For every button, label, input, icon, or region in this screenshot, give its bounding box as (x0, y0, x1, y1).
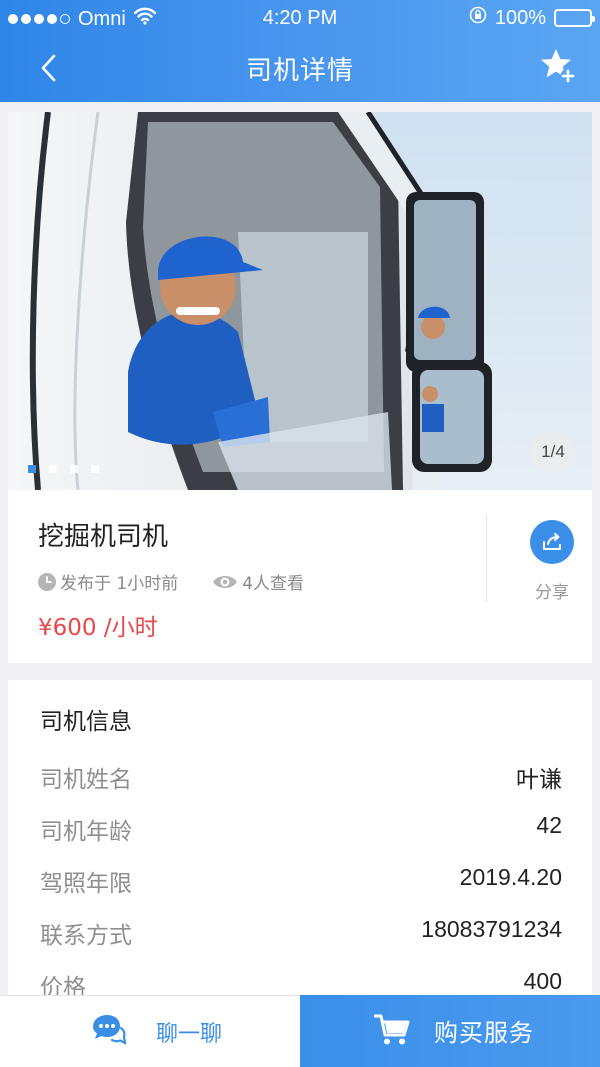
info-value[interactable]: 18083791234 (421, 916, 562, 943)
share-button[interactable] (530, 520, 574, 564)
carousel-dot[interactable] (49, 465, 57, 473)
carousel-dot[interactable] (28, 465, 36, 473)
status-bar: Omni 4:20 PM 100% (0, 0, 600, 36)
header: Omni 4:20 PM 100% 司机详情 (0, 0, 600, 102)
battery-icon (554, 9, 595, 27)
info-value: 400 (523, 968, 562, 994)
buy-service-button[interactable]: 购买服务 (300, 995, 600, 1067)
chat-bubble-icon (93, 1015, 126, 1045)
job-title: 挖掘机司机 (38, 522, 169, 552)
battery-percent: 100% (494, 6, 546, 29)
eye-icon (213, 575, 238, 588)
share-icon (543, 533, 561, 550)
cart-icon (374, 1014, 410, 1045)
info-value: 42 (536, 812, 562, 838)
info-row-age: 司机年龄 42 (40, 812, 562, 852)
page-title: 司机详情 (245, 56, 354, 86)
truck-driver-photo (8, 112, 592, 490)
nav-bar: 司机详情 (0, 36, 600, 102)
driver-info-card: 司机信息 司机姓名 叶谦 司机年龄 42 驾照年限 2019.4.20 联系方式… (8, 680, 592, 1000)
bottom-action-bar: 聊一聊 购买服务 (0, 995, 600, 1067)
job-price: ¥600 /小时 (38, 615, 158, 641)
buy-label: 购买服务 (434, 1019, 534, 1047)
view-count: 4人查看 (242, 574, 305, 594)
info-row-contact: 联系方式 18083791234 (40, 916, 562, 956)
carousel-dot[interactable] (91, 465, 99, 473)
section-heading: 司机信息 (40, 709, 132, 735)
info-label: 联系方式 (40, 923, 132, 949)
info-value: 2019.4.20 (459, 864, 562, 890)
clock-icon (38, 572, 56, 591)
carousel-indicators (28, 465, 99, 473)
info-label: 司机年龄 (40, 819, 132, 845)
job-meta: 发布于 1小时前 4人查看 (38, 569, 304, 594)
job-summary-card: 挖掘机司机 发布于 1小时前 4人查看 ¥600 /小时 分享 (8, 490, 592, 663)
info-label: 司机姓名 (40, 767, 132, 793)
posted-time: 发布于 1小时前 (60, 574, 179, 594)
carousel-dot[interactable] (70, 465, 78, 473)
divider (486, 514, 487, 602)
chat-button[interactable]: 聊一聊 (0, 995, 300, 1067)
info-label: 驾照年限 (40, 871, 132, 897)
favorite-button[interactable] (536, 44, 580, 88)
info-value: 叶谦 (516, 767, 562, 793)
share-label[interactable]: 分享 (530, 578, 574, 603)
info-row-name: 司机姓名 叶谦 (40, 760, 562, 800)
rotation-lock-icon (469, 6, 487, 30)
chat-label: 聊一聊 (156, 1022, 223, 1047)
photo-carousel[interactable]: 1/4 (8, 112, 592, 490)
info-row-license: 驾照年限 2019.4.20 (40, 864, 562, 904)
carousel-pager: 1/4 (530, 432, 576, 472)
star-plus-icon (541, 49, 576, 84)
